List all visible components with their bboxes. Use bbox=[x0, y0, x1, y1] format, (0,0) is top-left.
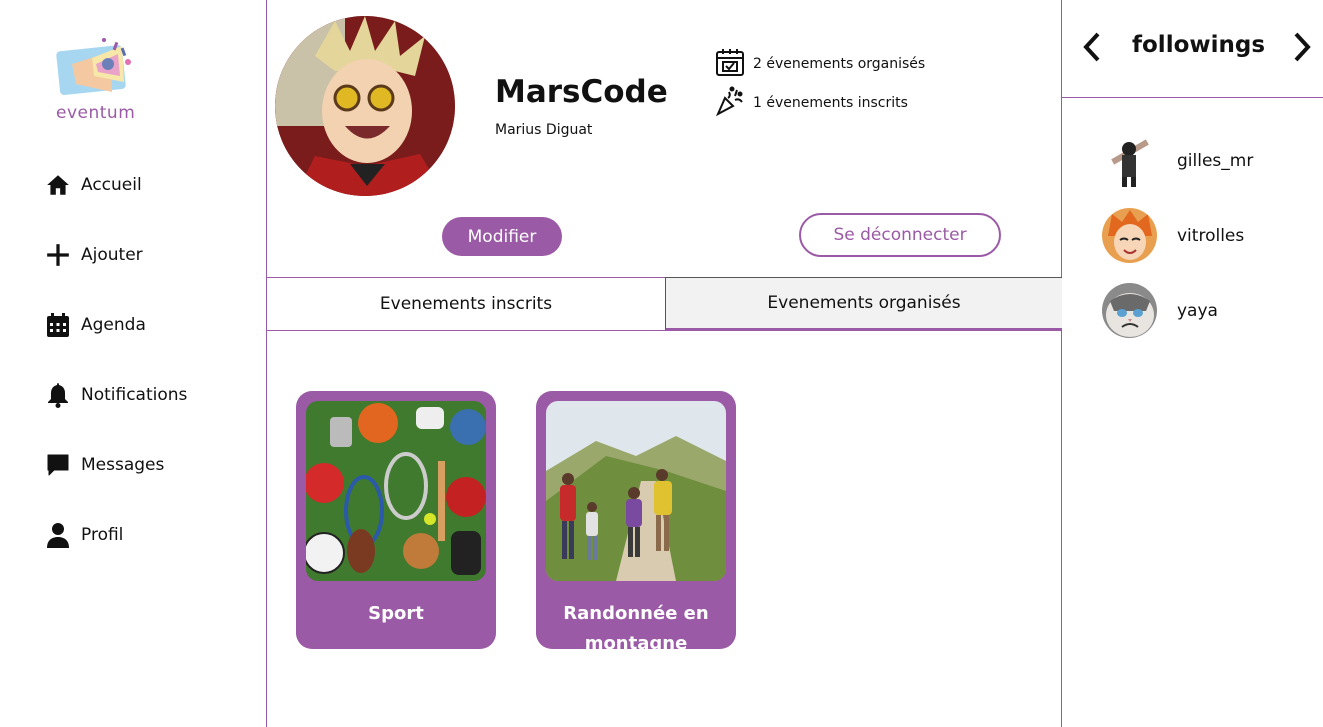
nav-item-label: Accueil bbox=[81, 175, 142, 195]
party-popper-icon bbox=[715, 86, 745, 120]
followings-title: followings bbox=[1132, 32, 1266, 58]
logo-wordmark: eventum bbox=[56, 103, 136, 123]
home-icon bbox=[45, 172, 71, 198]
bell-icon bbox=[45, 382, 71, 408]
user-icon bbox=[45, 522, 71, 548]
nav-item-messages[interactable]: Messages bbox=[45, 450, 164, 480]
stat-registered-text: 1 évenements inscrits bbox=[753, 95, 908, 111]
nav-item-label: Profil bbox=[81, 525, 124, 545]
nav-item-label: Ajouter bbox=[81, 245, 143, 265]
event-title: Sport bbox=[368, 603, 424, 624]
following-username: gilles_mr bbox=[1177, 150, 1254, 171]
following-username: yaya bbox=[1177, 300, 1218, 321]
stat-organized-text: 2 évenements organisés bbox=[753, 56, 926, 72]
event-title: Randonnée en montagne bbox=[563, 603, 709, 649]
event-tabs: Evenements inscrits Evenements organisés bbox=[267, 277, 1062, 331]
followings-panel: followings gilles_mr vitrolles yaya bbox=[1062, 0, 1323, 727]
sidebar: eventum Accueil Ajouter Agenda Notificat… bbox=[0, 0, 266, 727]
nav-item-label: Agenda bbox=[81, 315, 146, 335]
nav-item-notifications[interactable]: Notifications bbox=[45, 380, 187, 410]
tab-registered-events[interactable]: Evenements inscrits bbox=[267, 278, 665, 330]
avatar bbox=[1102, 208, 1157, 263]
calendar-icon bbox=[45, 312, 71, 338]
following-username: vitrolles bbox=[1177, 225, 1245, 246]
following-user[interactable]: gilles_mr bbox=[1102, 133, 1253, 188]
profile-fullname: Marius Diguat bbox=[495, 122, 593, 138]
plus-icon bbox=[45, 242, 71, 268]
nav-item-profil[interactable]: Profil bbox=[45, 520, 123, 550]
profile-panel: MarsCode Marius Diguat 2 évenements orga… bbox=[266, 0, 1062, 727]
stat-registered: 1 évenements inscrits bbox=[715, 86, 908, 120]
nav-item-accueil[interactable]: Accueil bbox=[45, 170, 142, 200]
logout-button[interactable]: Se déconnecter bbox=[799, 213, 1001, 257]
avatar bbox=[1102, 283, 1157, 338]
nav-item-label: Messages bbox=[81, 455, 165, 475]
stat-organized: 2 évenements organisés bbox=[715, 47, 925, 81]
event-image-sport bbox=[306, 401, 486, 581]
nav-item-ajouter[interactable]: Ajouter bbox=[45, 240, 143, 270]
event-card[interactable]: Sport bbox=[296, 391, 496, 649]
message-icon bbox=[45, 452, 71, 478]
following-user[interactable]: yaya bbox=[1102, 283, 1218, 338]
chevron-left-icon[interactable] bbox=[1076, 30, 1110, 64]
calendar-check-icon bbox=[715, 47, 745, 81]
tab-organized-events[interactable]: Evenements organisés bbox=[665, 277, 1062, 331]
nav-item-label: Notifications bbox=[81, 385, 188, 405]
event-card[interactable]: Randonnée en montagne bbox=[536, 391, 736, 649]
followings-header: followings bbox=[1062, 0, 1323, 98]
avatar bbox=[1102, 133, 1157, 188]
profile-avatar bbox=[275, 16, 455, 196]
profile-username: MarsCode bbox=[495, 74, 668, 110]
chevron-right-icon[interactable] bbox=[1284, 30, 1318, 64]
event-image-hiking bbox=[546, 401, 726, 581]
modify-button[interactable]: Modifier bbox=[442, 217, 562, 256]
nav-item-agenda[interactable]: Agenda bbox=[45, 310, 146, 340]
following-user[interactable]: vitrolles bbox=[1102, 208, 1244, 263]
